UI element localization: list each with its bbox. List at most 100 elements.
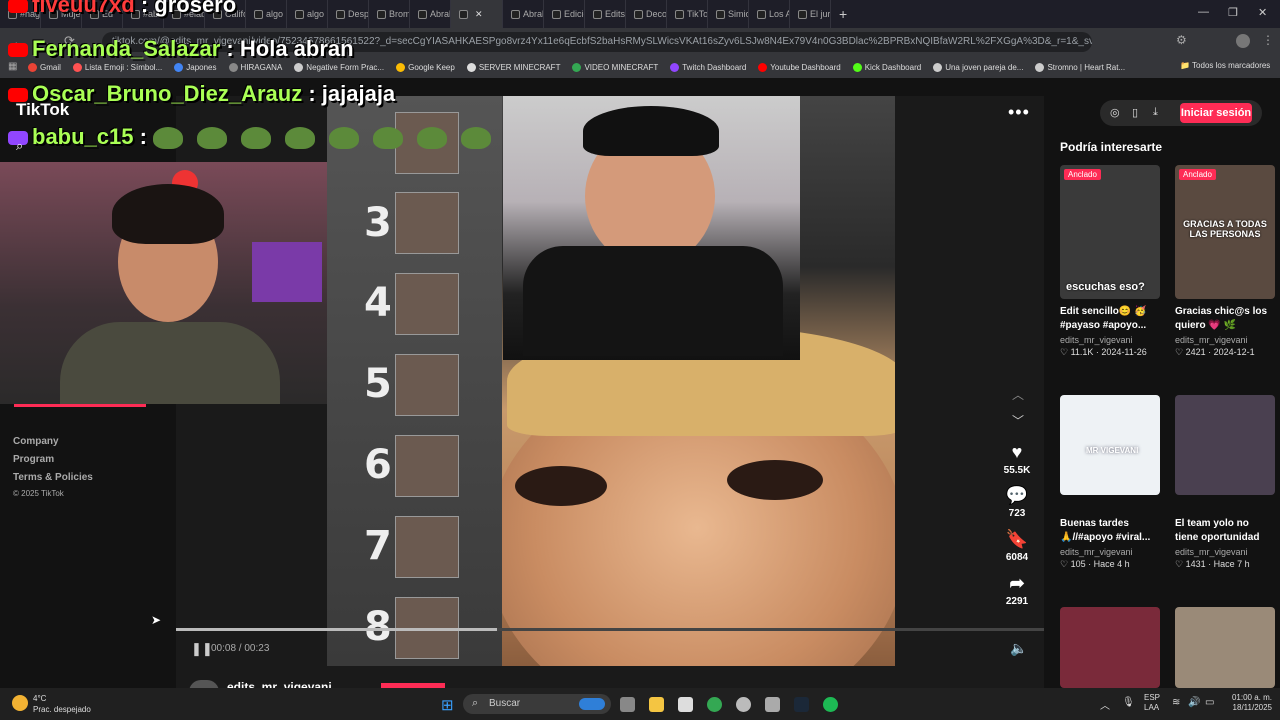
maximize-icon[interactable]: ❐ — [1228, 6, 1238, 19]
browser-tab[interactable]: algo r — [246, 0, 287, 28]
store-icon[interactable] — [678, 697, 693, 712]
next-video-icon[interactable]: ﹀ — [1012, 412, 1024, 429]
weather-icon[interactable] — [12, 695, 28, 711]
spotify-icon[interactable] — [823, 697, 838, 712]
bookmark-item[interactable]: Lista Emoji : Símbol... — [72, 62, 162, 72]
download-icon[interactable]: ⤓ — [1153, 106, 1158, 119]
browser-tab[interactable]: Simios — [708, 0, 749, 28]
file-explorer-icon[interactable] — [649, 697, 664, 712]
taskbar-search[interactable]: ⌕ Buscar — [463, 694, 611, 714]
like-button[interactable]: ♥ 55.5K — [998, 442, 1036, 476]
bookmark-item[interactable]: Twitch Dashboard — [670, 62, 746, 72]
battery-icon[interactable]: ▭ — [1205, 697, 1214, 708]
profile-avatar[interactable] — [1236, 34, 1250, 48]
bookmark-item[interactable]: Youtube Dashboard — [758, 62, 841, 72]
rank-thumb — [395, 354, 459, 416]
new-tab-button[interactable]: + — [839, 6, 847, 22]
card-meta: ♡ 105 · Hace 4 h — [1060, 559, 1130, 569]
footer-link-terms[interactable]: Terms & Policies — [13, 472, 93, 483]
footer-link-company[interactable]: Company — [13, 436, 59, 447]
bookmark-label: VIDEO MINECRAFT — [584, 62, 659, 72]
chat-message: Hola abran — [239, 36, 354, 61]
browser-tab[interactable]: El jura — [790, 0, 831, 28]
bookmark-item[interactable]: VIDEO MINECRAFT — [572, 62, 659, 72]
extensions-icon[interactable]: ⚙ — [1176, 33, 1187, 47]
chat-line: fiveuu7xd : grosero — [8, 0, 236, 18]
search-icon: ⌕ — [472, 697, 479, 709]
pause-icon[interactable]: ❚❚ — [191, 641, 213, 657]
comment-button[interactable]: 💬 723 — [998, 485, 1036, 519]
bookmark-label: Negative Form Prac... — [306, 62, 385, 72]
suggestion-card[interactable]: El team yolo no tiene oportunidad🔥... ed… — [1175, 395, 1275, 570]
youtube-badge-icon — [8, 43, 28, 58]
wifi-icon[interactable]: ≋ — [1172, 697, 1180, 708]
rank-thumb — [395, 273, 459, 335]
browser-tab[interactable]: Abrah — [503, 0, 544, 28]
rank-number: 6 — [364, 442, 392, 488]
bookmark-item[interactable]: Google Keep — [396, 62, 455, 72]
task-view-icon[interactable] — [620, 697, 635, 712]
bookmark-item[interactable]: Negative Form Prac... — [294, 62, 385, 72]
system-clock[interactable]: 01:00 a. m. 18/11/2025 — [1226, 693, 1272, 713]
prev-video-icon[interactable]: ︿ — [1012, 386, 1024, 403]
weather-widget[interactable]: 4°C Prac. despejado — [33, 693, 91, 715]
suggestion-card[interactable]: Anclado escuchas eso? Edit sencillo😊 🥳 #… — [1060, 165, 1160, 358]
bookmark-item[interactable]: SERVER MINECRAFT — [466, 62, 560, 72]
share-button[interactable]: ➦ 2291 — [998, 573, 1036, 607]
browser-tab[interactable]: ✕ — [451, 0, 503, 28]
browser-tab[interactable]: Broma — [369, 0, 410, 28]
bookmark-item[interactable]: HIRAGANA — [228, 62, 282, 72]
bookmark-icon — [228, 62, 238, 72]
bookmark-item[interactable]: Gmail — [28, 62, 61, 72]
chat-username: Fernanda_Salazar — [32, 36, 221, 61]
share-icon: ➦ — [1009, 573, 1025, 593]
volume-tray-icon[interactable]: 🔊 — [1188, 697, 1200, 708]
card-title: Gracias chic@s los quiero 💗 🌿 #apoy... — [1175, 306, 1268, 331]
microphone-icon[interactable]: 🎙 — [1122, 697, 1135, 708]
bookmark-item[interactable]: Stromno | Heart Rat... — [1035, 62, 1125, 72]
all-bookmarks[interactable]: 📁 Todos los marcadores — [1180, 61, 1270, 70]
browser-tab[interactable]: Despe — [328, 0, 369, 28]
close-window-icon[interactable]: ✕ — [1258, 6, 1267, 19]
browser-tab[interactable]: Abrah — [410, 0, 451, 28]
emote-icon — [461, 127, 492, 150]
suggestion-card[interactable]: MR VIGEVANI Buenas tardes 🙏//#apoyo #vir… — [1060, 395, 1160, 570]
coins-icon[interactable]: ◎ — [1110, 106, 1120, 119]
phone-icon[interactable]: ▯ — [1132, 106, 1138, 119]
volume-icon[interactable]: 🔈 — [1010, 640, 1027, 657]
more-options-icon[interactable]: ••• — [1008, 102, 1030, 123]
bookmark-label: Gmail — [40, 62, 61, 72]
bookmark-item[interactable]: Una joven pareja de... — [933, 62, 1023, 72]
minimize-icon[interactable]: — — [1198, 6, 1209, 18]
menu-icon[interactable]: ⋮ — [1262, 33, 1274, 47]
login-button[interactable]: Iniciar sesión — [1180, 103, 1252, 123]
windows-start-icon[interactable]: ⊞ — [441, 696, 454, 714]
bookmark-icon — [72, 62, 82, 72]
chrome-icon[interactable] — [707, 697, 722, 712]
suggestion-card[interactable]: Anclado GRACIAS A TODAS LAS PERSONAS Gra… — [1175, 165, 1275, 358]
apps-grid-icon[interactable]: ▦ — [8, 61, 17, 72]
emote-icon — [241, 127, 272, 150]
emote-icon — [285, 127, 316, 150]
browser-tab[interactable]: Edits d — [585, 0, 626, 28]
browser-tab[interactable]: Edició — [544, 0, 585, 28]
browser-tab[interactable]: Los Ab — [749, 0, 790, 28]
save-button[interactable]: 🔖 6084 — [998, 529, 1036, 563]
browser-tab[interactable]: algo r — [287, 0, 328, 28]
suggestion-card[interactable] — [1175, 607, 1275, 688]
clock-date: 18/11/2025 — [1232, 703, 1272, 712]
app-icon[interactable] — [736, 697, 751, 712]
browser-tab[interactable]: TikTok — [667, 0, 708, 28]
language-indicator[interactable]: ESP LAA — [1144, 693, 1160, 713]
unity-icon[interactable] — [765, 697, 780, 712]
rank-number: 4 — [364, 280, 392, 326]
browser-tab[interactable]: Decor — [626, 0, 667, 28]
close-tab-icon[interactable]: ✕ — [475, 9, 483, 20]
steam-icon[interactable] — [794, 697, 809, 712]
search-icon[interactable]: ⌕ — [16, 138, 23, 154]
bookmark-item[interactable]: Japones — [174, 62, 217, 72]
suggestion-card[interactable] — [1060, 607, 1160, 688]
footer-link-program[interactable]: Program — [13, 454, 54, 465]
tray-chevron-icon[interactable]: ︿ — [1100, 697, 1110, 712]
bookmark-item[interactable]: Kick Dashboard — [852, 62, 921, 72]
